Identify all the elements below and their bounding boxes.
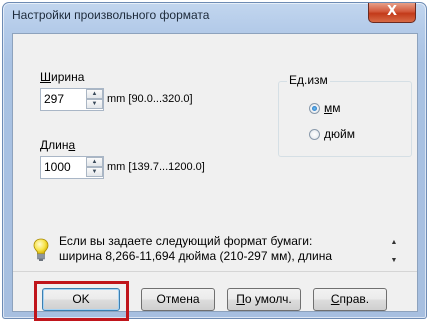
width-label-accel: Ш bbox=[40, 70, 51, 84]
radio-mm-accel: м bbox=[324, 101, 333, 115]
dialog-client-area: Ширина ▲ ▼ mm [90.0...320.0] Длина ▲ ▼ m… bbox=[12, 33, 418, 312]
info-line-1: Если вы задаете следующий формат бумаги: bbox=[59, 234, 313, 248]
length-spin-arrows: ▲ ▼ bbox=[86, 157, 103, 178]
arrow-up-icon[interactable]: ▲ bbox=[86, 157, 103, 167]
info-text: Если вы задаете следующий формат бумаги:… bbox=[59, 234, 379, 264]
width-stepper: ▲ ▼ bbox=[40, 88, 104, 111]
separator bbox=[13, 271, 417, 272]
width-spin-arrows: ▲ ▼ bbox=[86, 89, 103, 110]
help-text: прав. bbox=[339, 292, 370, 306]
info-area: Если вы задаете следующий формат бумаги:… bbox=[33, 232, 403, 272]
scroll-up-icon[interactable]: ▲ bbox=[387, 234, 401, 252]
width-label-text: ирина bbox=[51, 70, 85, 84]
info-scrollbar[interactable]: ▲ ▼ bbox=[387, 234, 401, 270]
width-range: mm [90.0...320.0] bbox=[107, 93, 193, 105]
radio-inch-label: дюйм bbox=[324, 127, 355, 141]
length-input[interactable] bbox=[41, 157, 83, 176]
dialog-window: Настройки произвольного формата X Ширина… bbox=[2, 2, 427, 319]
scroll-down-icon[interactable]: ▼ bbox=[387, 252, 401, 270]
info-line-2: ширина 8,266-11,694 дюйма (210-297 мм), … bbox=[59, 249, 333, 263]
ok-highlight-frame bbox=[34, 281, 129, 321]
length-stepper: ▲ ▼ bbox=[40, 156, 104, 179]
units-groupbox bbox=[278, 81, 412, 157]
cancel-button[interactable]: Отмена bbox=[141, 288, 215, 311]
radio-inch-accel: д bbox=[324, 127, 332, 141]
default-accel: П bbox=[236, 292, 245, 306]
help-button[interactable]: Справ. bbox=[313, 288, 387, 311]
radio-mm[interactable]: мм bbox=[309, 101, 341, 115]
width-label: Ширина bbox=[40, 70, 84, 84]
units-title: Ед.изм bbox=[287, 73, 330, 87]
radio-mm-text: м bbox=[332, 101, 341, 115]
radio-unchecked-icon bbox=[309, 128, 320, 140]
help-accel: С bbox=[330, 292, 340, 306]
length-range: mm [139.7...1200.0] bbox=[107, 161, 205, 173]
close-button[interactable]: X bbox=[368, 3, 416, 23]
close-icon: X bbox=[386, 4, 398, 19]
radio-checked-icon bbox=[309, 102, 320, 114]
arrow-down-icon[interactable]: ▼ bbox=[86, 99, 103, 109]
arrow-up-icon[interactable]: ▲ bbox=[86, 89, 103, 99]
radio-mm-label: мм bbox=[324, 101, 341, 115]
length-label-text: Длин bbox=[40, 138, 69, 152]
radio-inch-text: юйм bbox=[331, 127, 355, 141]
window-title: Настройки произвольного формата bbox=[12, 8, 210, 22]
lightbulb-icon bbox=[33, 238, 49, 261]
arrow-down-icon[interactable]: ▼ bbox=[86, 167, 103, 177]
length-label: Длина bbox=[40, 138, 75, 152]
length-label-accel: а bbox=[68, 138, 76, 152]
width-input[interactable] bbox=[41, 89, 83, 108]
default-text: о умолч. bbox=[244, 292, 292, 306]
default-button[interactable]: По умолч. bbox=[227, 288, 301, 311]
radio-inch[interactable]: дюйм bbox=[309, 127, 355, 141]
